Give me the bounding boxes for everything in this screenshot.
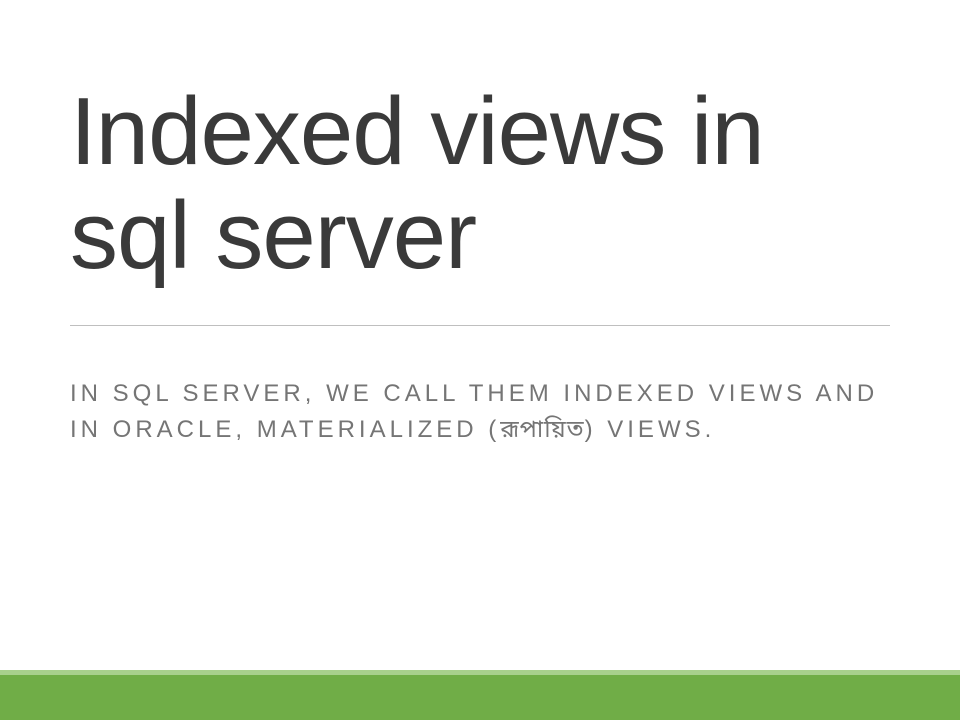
slide-container: Indexed views in sql server IN SQL SERVE… <box>0 0 960 720</box>
slide-title: Indexed views in sql server <box>70 80 890 287</box>
bottom-primary-stripe <box>0 675 960 720</box>
title-divider <box>70 325 890 326</box>
subtitle-text-1: IN SQL SERVER, WE CALL THEM INDEXED VIEW… <box>70 380 878 443</box>
subtitle-text-2: ) VIEWS. <box>585 416 716 443</box>
subtitle-bengali: রূপায়িত <box>500 415 584 447</box>
slide-subtitle: IN SQL SERVER, WE CALL THEM INDEXED VIEW… <box>70 376 890 449</box>
